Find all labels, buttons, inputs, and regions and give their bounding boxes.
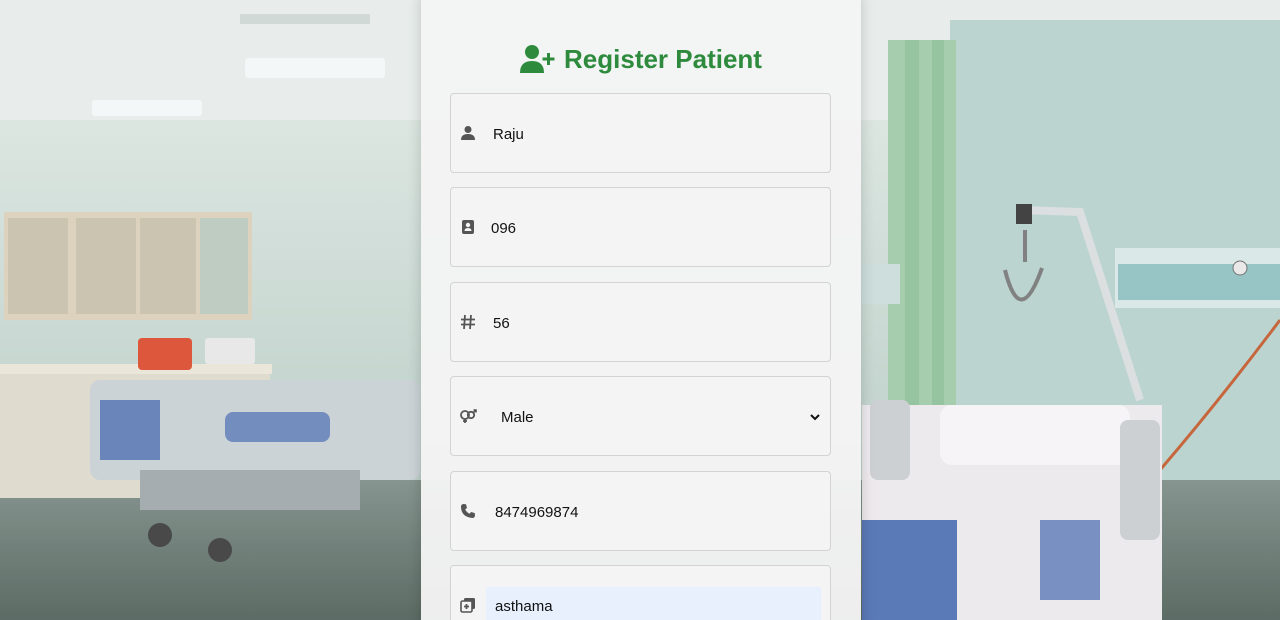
- register-patient-card: Register Patient Male: [421, 0, 861, 620]
- user-plus-icon: [520, 45, 555, 73]
- name-input[interactable]: [493, 124, 813, 144]
- disease-field: [450, 565, 831, 620]
- patient-id-field: [450, 187, 831, 267]
- phone-icon: [459, 502, 477, 520]
- notes-medical-icon: [459, 596, 477, 614]
- phone-field: [450, 471, 831, 551]
- form-title-text: Register Patient: [564, 43, 762, 74]
- chevron-down-icon: [810, 414, 820, 421]
- id-card-icon: [459, 218, 477, 236]
- gender-select[interactable]: Male: [501, 407, 821, 427]
- hashtag-icon: [459, 313, 477, 331]
- venus-mars-icon: [459, 407, 477, 425]
- patient-id-input[interactable]: [491, 218, 811, 238]
- age-field: [450, 282, 831, 362]
- user-icon: [459, 124, 477, 142]
- age-input[interactable]: [493, 313, 813, 333]
- gender-selected-value: Male: [501, 408, 534, 426]
- disease-input[interactable]: [495, 596, 815, 616]
- phone-input[interactable]: [495, 502, 815, 522]
- form-title: Register Patient: [421, 42, 861, 76]
- gender-field: Male: [450, 376, 831, 456]
- name-field: [450, 93, 831, 173]
